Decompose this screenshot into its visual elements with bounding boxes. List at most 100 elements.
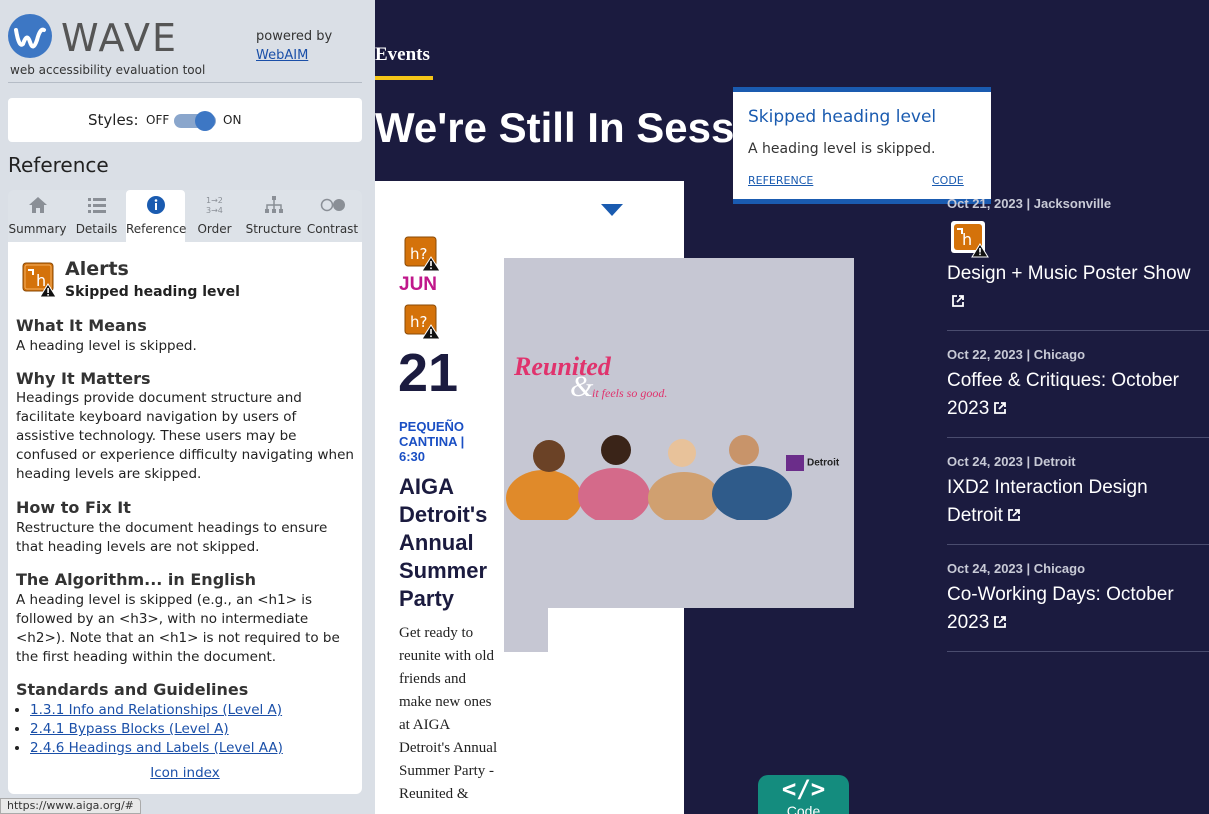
styles-off-label: OFF — [146, 113, 170, 127]
status-bar-url: https://www.aiga.org/# — [0, 798, 141, 814]
popup-title: Skipped heading level — [748, 107, 937, 127]
skipped-heading-alert-icon[interactable]: h? — [404, 304, 441, 340]
tab-label: Reference — [126, 222, 187, 236]
event-month: JUN — [399, 274, 438, 295]
external-link-icon — [1008, 509, 1020, 521]
poster-subtitle: it feels so good. — [592, 386, 668, 400]
skipped-heading-alert-icon: h — [22, 262, 58, 302]
algorithm-heading: The Algorithm... in English — [16, 570, 257, 589]
contrast-icon — [303, 190, 362, 220]
tab-label: Order — [197, 222, 232, 236]
wave-logo-icon — [8, 14, 52, 58]
web-page: Events We're Still In Session h? JUN h? … — [375, 0, 1209, 814]
fix-text: Restructure the document headings to ens… — [16, 520, 328, 555]
info-icon — [126, 190, 185, 220]
icon-index-link[interactable]: Icon index — [8, 765, 362, 781]
code-icon: </> — [781, 775, 826, 803]
event-meta: Oct 24, 2023 | Detroit — [947, 454, 1076, 469]
poster-ampersand: & — [570, 370, 594, 403]
poster-people-illustration — [506, 435, 792, 520]
toggle-knob — [195, 111, 215, 131]
divider — [947, 437, 1209, 438]
skipped-heading-alert-icon[interactable]: h? — [404, 236, 441, 272]
svg-text:h: h — [962, 230, 972, 249]
code-button[interactable]: </> Code — [758, 775, 849, 814]
styles-toggle[interactable] — [174, 111, 216, 131]
tab-summary[interactable]: Summary — [8, 190, 67, 242]
standard-item: 1.3.1 Info and Relationships (Level A) — [30, 701, 283, 720]
tab-reference[interactable]: Reference — [126, 190, 187, 242]
event-name[interactable]: AIGA Detroit's Annual Summer Party — [399, 473, 499, 613]
svg-text:h?: h? — [410, 245, 427, 263]
divider — [947, 544, 1209, 545]
event-title[interactable]: Design + Music Poster Show — [947, 260, 1205, 316]
popup-code-link[interactable]: CODE — [932, 174, 964, 187]
poster-brand: Detroit — [786, 455, 839, 471]
poster-thumbnail[interactable] — [504, 608, 548, 652]
webaim-link[interactable]: WebAIM — [256, 48, 308, 63]
fix-heading: How to Fix It — [16, 498, 131, 517]
aiga-logo-icon — [786, 455, 804, 471]
tab-order[interactable]: 1→2 3→4 Order — [185, 190, 244, 242]
event-day: 21 — [398, 343, 459, 403]
event-venue: PEQUEÑO CANTINA | 6:30 — [399, 419, 465, 464]
external-link-icon — [994, 402, 1007, 414]
wave-logo-text: WAVE — [61, 16, 179, 60]
why-text: Headings provide document structure and … — [16, 390, 354, 482]
event-poster-image[interactable]: Reunited & it feels so good. Detroit — [504, 258, 854, 608]
styles-label: Styles: — [88, 111, 139, 129]
event-meta: Oct 24, 2023 | Chicago — [947, 561, 1086, 576]
event-description: Get ready to reunite with old friends an… — [399, 625, 498, 802]
wave-sidebar: WAVE web accessibility evaluation tool p… — [0, 0, 375, 814]
event-title[interactable]: Co-Working Days: October 2023 — [947, 581, 1205, 637]
why-heading: Why It Matters — [16, 369, 151, 388]
external-link-icon — [994, 616, 1007, 628]
active-tab-underline — [375, 76, 433, 80]
popup-reference-link[interactable]: REFERENCE — [748, 174, 813, 187]
powered-by-label: powered by — [256, 29, 333, 44]
what-text: A heading level is skipped. — [16, 338, 197, 354]
tab-structure[interactable]: Structure — [244, 190, 303, 242]
popup-pointer — [601, 204, 623, 216]
tab-label: Summary — [8, 222, 67, 236]
home-icon — [8, 190, 67, 220]
external-link-icon — [952, 295, 964, 307]
code-label: Code — [786, 803, 821, 814]
tab-label: Structure — [245, 222, 302, 236]
panel-heading: Reference — [8, 153, 109, 177]
svg-text:h?: h? — [410, 313, 427, 331]
svg-text:3→4: 3→4 — [206, 206, 223, 215]
event-meta: Oct 22, 2023 | Chicago — [947, 347, 1086, 362]
standard-link[interactable]: 1.3.1 Info and Relationships (Level A) — [30, 702, 282, 718]
tab-contrast[interactable]: Contrast — [303, 190, 362, 242]
popup-description: A heading level is skipped. — [748, 141, 936, 157]
tab-label: Contrast — [306, 222, 359, 236]
event-meta: Oct 21, 2023 | Jacksonville — [947, 196, 1112, 211]
standard-item: 2.4.1 Bypass Blocks (Level A) — [30, 720, 283, 739]
structure-icon — [244, 190, 303, 220]
standard-link[interactable]: 2.4.6 Headings and Labels (Level AA) — [30, 740, 283, 756]
styles-toggle-box: Styles: OFF ON — [8, 98, 362, 142]
styles-on-label: ON — [223, 113, 242, 127]
poster-title: Reunited — [514, 352, 611, 381]
event-title[interactable]: IXD2 Interaction Design Detroit — [947, 474, 1205, 530]
svg-text:1→2: 1→2 — [206, 196, 223, 205]
skipped-heading-alert-icon[interactable]: h — [950, 220, 989, 258]
tab-label: Details — [75, 222, 118, 236]
divider — [8, 82, 362, 83]
alerts-title: Alerts — [65, 258, 129, 280]
wave-logo-subtitle: web accessibility evaluation tool — [10, 63, 206, 77]
standards-heading: Standards and Guidelines — [16, 680, 249, 699]
algorithm-text: A heading level is skipped (e.g., an <h1… — [16, 592, 340, 665]
svg-text:h: h — [36, 271, 46, 290]
standard-link[interactable]: 2.4.1 Bypass Blocks (Level A) — [30, 721, 229, 737]
event-title[interactable]: Coffee & Critiques: October 2023 — [947, 367, 1205, 423]
standard-item: 2.4.6 Headings and Labels (Level AA) — [30, 739, 283, 758]
events-tab[interactable]: Events — [375, 44, 430, 66]
tab-details[interactable]: Details — [67, 190, 126, 242]
alert-name: Skipped heading level — [65, 284, 240, 300]
list-icon — [67, 190, 126, 220]
order-icon: 1→2 3→4 — [185, 190, 244, 220]
wave-tab-bar: Summary Details Reference 1→2 3→4 Order S… — [8, 190, 362, 242]
reference-panel: h Alerts Skipped heading level What It M… — [8, 242, 362, 794]
